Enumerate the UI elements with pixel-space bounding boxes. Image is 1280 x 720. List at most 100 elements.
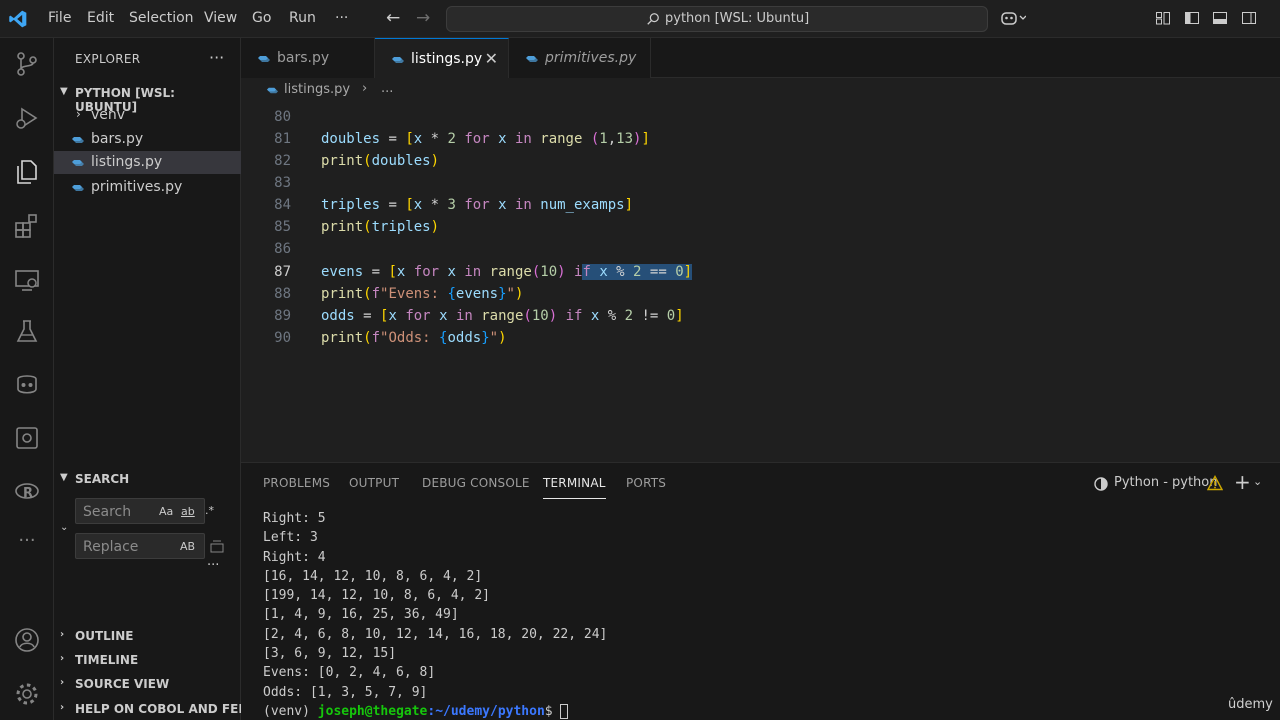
terminal-line: Right: 4 [263,549,326,565]
code-line-87[interactable]: evens = [x for x in range(10) if x % 2 =… [321,264,693,286]
code-line-82[interactable]: print(doubles) [321,153,439,175]
panel-tab-ports[interactable]: PORTS [626,476,666,490]
source-control-icon[interactable] [13,50,41,78]
search-section-header[interactable]: ▼ SEARCH [54,468,241,490]
chevron-right-icon: › [60,629,65,640]
menu-run[interactable]: Run [289,10,316,26]
copilot-chat-icon[interactable] [13,371,41,399]
terminal-line: [2, 4, 6, 8, 10, 12, 14, 16, 18, 20, 22,… [263,626,608,642]
source-view-section[interactable]: › SOURCE VIEW [54,673,241,695]
toggle-secondary-sidebar-icon[interactable] [1240,10,1258,26]
svg-text:R: R [23,486,33,501]
help-cobol-section[interactable]: › HELP ON COBOL AND FEE... [54,698,260,720]
help-cobol-label: HELP ON COBOL AND FEE... [75,702,261,716]
search-more-icon[interactable]: ··· [207,558,219,573]
python-file-icon [72,185,84,191]
line-number: 86 [274,241,291,257]
menu-more[interactable]: ··· [335,10,348,26]
code-line-81[interactable]: doubles = [x * 2 for x in range (1,13)] [321,131,650,153]
panel-tab-output[interactable]: OUTPUT [349,476,399,490]
panel-tab-problems[interactable]: PROBLEMS [263,476,330,490]
explorer-icon[interactable] [13,158,41,186]
toggle-replace-chevron-icon[interactable]: ⌄ [60,522,68,533]
timeline-section[interactable]: › TIMELINE [54,649,241,671]
terminal-dropdown-icon[interactable]: ⌄ [1253,475,1262,488]
tab-bars-py[interactable]: bars.py [241,38,375,78]
workspace-root[interactable]: ▼ PYTHON [WSL: UBUNTU] [54,82,241,114]
remote-explorer-icon[interactable] [13,266,41,294]
docker-containers-icon[interactable] [13,424,41,452]
chevron-right-icon: › [60,677,65,688]
menu-go[interactable]: Go [252,10,271,26]
terminal-name[interactable]: Python - python [1114,475,1218,490]
code-editor[interactable]: 80 81 82 83 84 85 86 87 88 89 90 doubles… [241,102,1280,462]
code-line-90[interactable]: print(f"Odds: {odds}") [321,330,507,352]
accounts-icon[interactable] [13,626,41,654]
menu-selection[interactable]: Selection [129,10,194,26]
bottom-panel: PROBLEMS OUTPUT DEBUG CONSOLE TERMINAL P… [241,462,1280,720]
back-arrow-icon[interactable]: ← [386,8,400,28]
new-terminal-icon[interactable]: + [1234,470,1251,494]
replace-input[interactable]: Replace AB [75,533,205,559]
line-number: 80 [274,109,291,125]
forward-arrow-icon[interactable]: → [416,8,430,28]
copilot-icon[interactable] [1000,10,1026,26]
explorer-sidebar: EXPLORER ··· ▼ PYTHON [WSL: UBUNTU] › ve… [54,38,260,720]
more-views-icon[interactable]: ··· [13,530,41,558]
tree-file-primitives[interactable]: primitives.py [54,176,241,199]
command-center[interactable]: python [WSL: Ubuntu] [446,6,988,32]
terminal-line: Left: 3 [263,530,318,546]
menu-file[interactable]: File [48,10,71,26]
outline-label: OUTLINE [75,629,134,643]
code-line-88[interactable]: print(f"Evens: {evens}") [321,286,523,308]
python-file-icon [392,57,404,63]
breadcrumb-file[interactable]: listings.py [284,82,350,97]
tab-primitives-py[interactable]: primitives.py [509,38,651,78]
close-icon[interactable]: ✕ [485,49,498,68]
toggle-panel-icon[interactable] [1211,10,1229,26]
chevron-right-icon: › [76,107,81,121]
match-case-icon[interactable]: Aa [159,505,173,518]
tab-listings-py[interactable]: listings.py ✕ [375,38,509,78]
menu-view[interactable]: View [204,10,237,26]
preserve-case-icon[interactable]: AB [180,540,195,553]
customize-layout-icon[interactable] [1154,10,1172,26]
line-number: 88 [274,286,291,302]
match-whole-word-icon[interactable]: ab [181,505,195,518]
tree-item-label: primitives.py [91,179,183,195]
terminal-cursor [560,703,569,719]
explorer-title: EXPLORER [75,52,141,66]
replace-all-icon[interactable] [210,539,224,553]
tree-item-label: listings.py [91,154,163,170]
toggle-primary-sidebar-icon[interactable] [1183,10,1201,26]
code-line-85[interactable]: print(triples) [321,219,439,241]
panel-tab-debug-console[interactable]: DEBUG CONSOLE [422,476,530,490]
warning-icon[interactable] [1207,475,1223,491]
search-input[interactable]: Search Aa ab .* [75,498,214,524]
panel-tab-terminal[interactable]: TERMINAL [543,476,606,499]
code-line-84[interactable]: triples = [x * 3 for x in num_examps] [321,197,633,219]
manage-gear-icon[interactable] [13,680,41,708]
code-line-89[interactable]: odds = [x for x in range(10) if x % 2 !=… [321,308,684,330]
python-file-icon [526,56,538,62]
tree-file-listings[interactable]: listings.py [54,151,241,174]
menu-edit[interactable]: Edit [87,10,114,26]
outline-section[interactable]: › OUTLINE [54,625,241,647]
r-language-icon[interactable]: R [13,478,41,506]
tree-folder-venv[interactable]: › venv [54,104,241,127]
run-debug-icon[interactable] [13,104,41,132]
line-number: 87 [274,264,291,280]
explorer-more-actions[interactable]: ··· [209,48,224,67]
testing-flask-icon[interactable] [13,318,41,346]
line-number: 89 [274,308,291,324]
regex-icon[interactable]: .* [205,504,214,517]
breadcrumb-symbols[interactable]: ... [381,81,393,96]
replace-placeholder: Replace [83,539,139,555]
terminal-output[interactable]: Right: 5 Left: 3 Right: 4 [16, 14, 12, 1… [263,511,607,720]
timeline-label: TIMELINE [75,653,139,667]
terminal-line: [16, 14, 12, 10, 8, 6, 4, 2] [263,568,483,584]
tree-file-bars[interactable]: bars.py [54,128,241,151]
tab-label: bars.py [277,50,330,66]
chevron-right-icon: › [60,653,65,664]
extensions-icon[interactable] [13,212,41,240]
